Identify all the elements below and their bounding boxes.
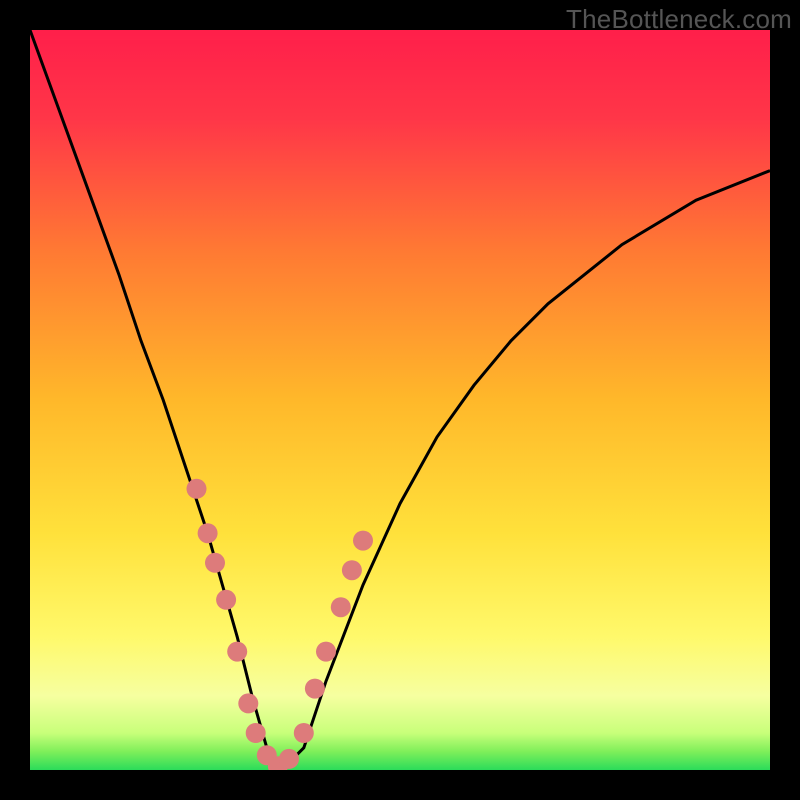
marker-dot	[294, 723, 314, 743]
chart-svg	[30, 30, 770, 770]
marker-dot	[187, 479, 207, 499]
marker-dot	[238, 693, 258, 713]
marker-dot	[305, 679, 325, 699]
marker-dot	[342, 560, 362, 580]
marker-dot	[198, 523, 218, 543]
marker-dot	[227, 642, 247, 662]
marker-dot	[279, 749, 299, 769]
chart-frame	[30, 30, 770, 770]
bottleneck-curve	[30, 30, 770, 770]
marker-dot	[353, 531, 373, 551]
marker-dot	[316, 642, 336, 662]
marker-dot	[216, 590, 236, 610]
marker-dot	[246, 723, 266, 743]
marker-dot	[331, 597, 351, 617]
watermark-text: TheBottleneck.com	[566, 4, 792, 35]
marker-dot	[205, 553, 225, 573]
highlight-dots	[187, 479, 374, 770]
